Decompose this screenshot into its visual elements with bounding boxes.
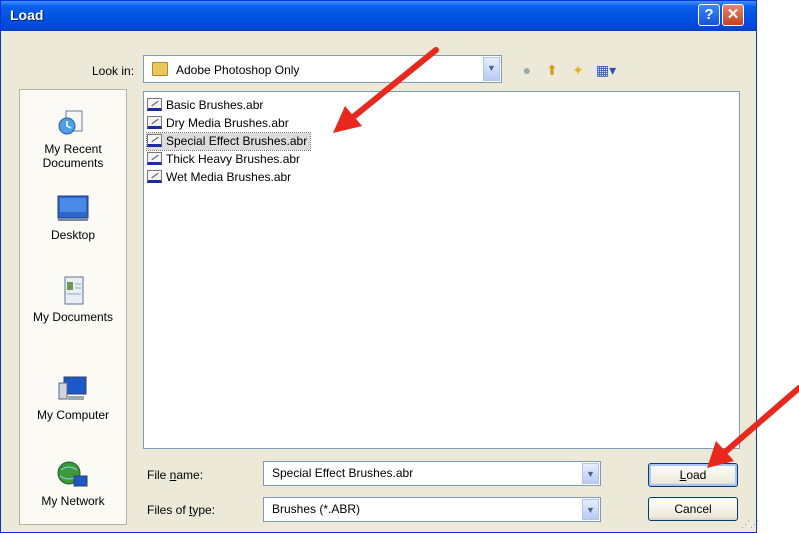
load-dialog: Load ? ✕ Look in: Adobe Photoshop Only ▼… <box>0 0 759 533</box>
look-in-value: Adobe Photoshop Only <box>176 63 300 77</box>
file-list[interactable]: Basic Brushes.abr Dry Media Brushes.abr … <box>143 91 740 449</box>
place-recent-documents[interactable]: My Recent Documents <box>20 108 126 170</box>
brush-file-icon <box>147 116 162 129</box>
file-name: Wet Media Brushes.abr <box>166 170 292 184</box>
desktop-icon <box>57 195 89 221</box>
load-button[interactable]: Load <box>648 463 738 487</box>
new-folder-icon[interactable]: ✦ <box>569 61 587 79</box>
file-item[interactable]: Dry Media Brushes.abr <box>147 115 289 132</box>
brush-file-icon <box>147 170 162 183</box>
folder-icon <box>152 62 168 76</box>
recent-documents-icon <box>58 110 83 135</box>
look-in-dropdown[interactable]: Adobe Photoshop Only ▼ <box>143 55 502 83</box>
brush-file-icon <box>147 134 162 147</box>
file-item-selected[interactable]: Special Effect Brushes.abr <box>145 132 312 151</box>
brush-file-icon <box>147 152 162 165</box>
file-name: Thick Heavy Brushes.abr <box>166 152 301 166</box>
resize-grip-icon[interactable]: ⋰⋰ <box>741 519 759 531</box>
place-label: My Documents <box>32 310 114 324</box>
place-my-documents[interactable]: My Documents <box>20 276 126 324</box>
my-documents-icon <box>64 276 84 305</box>
up-folder-icon[interactable]: ⬆ <box>543 61 561 79</box>
file-item[interactable]: Thick Heavy Brushes.abr <box>147 151 300 168</box>
place-label: Desktop <box>50 228 96 242</box>
file-name-label: File name: <box>147 468 204 482</box>
cancel-button[interactable]: Cancel <box>648 497 738 521</box>
help-button[interactable]: ? <box>698 4 720 26</box>
file-type-value: Brushes (*.ABR) <box>272 502 361 516</box>
place-my-network[interactable]: My Network <box>20 460 126 508</box>
file-item[interactable]: Wet Media Brushes.abr <box>147 169 291 186</box>
look-in-label: Look in: <box>92 64 135 78</box>
file-name: Dry Media Brushes.abr <box>166 116 289 130</box>
file-name: Special Effect Brushes.abr <box>166 134 308 148</box>
close-button[interactable]: ✕ <box>722 4 744 26</box>
my-network-icon <box>57 461 88 487</box>
place-desktop[interactable]: Desktop <box>20 194 126 242</box>
title-bar[interactable]: Load ? ✕ <box>1 1 756 31</box>
back-icon[interactable]: ● <box>518 61 536 79</box>
file-name-value: Special Effect Brushes.abr <box>272 466 414 480</box>
chevron-down-icon[interactable]: ▼ <box>483 57 500 81</box>
view-menu-icon[interactable]: ▦▾ <box>593 61 619 79</box>
file-name-field[interactable]: Special Effect Brushes.abr ▼ <box>263 461 601 486</box>
chevron-down-icon[interactable]: ▼ <box>582 463 599 484</box>
dialog-title: Load <box>10 7 44 23</box>
place-label: My Recent Documents <box>42 142 104 170</box>
file-item[interactable]: Basic Brushes.abr <box>147 97 263 114</box>
places-bar: My Recent Documents Desktop My Documents <box>19 89 127 525</box>
place-label: My Network <box>41 494 105 508</box>
file-name: Basic Brushes.abr <box>166 98 264 112</box>
place-my-computer[interactable]: My Computer <box>20 374 126 422</box>
place-label: My Computer <box>36 408 110 422</box>
my-computer-icon <box>58 376 87 400</box>
file-type-dropdown[interactable]: Brushes (*.ABR) ▼ <box>263 497 601 522</box>
chevron-down-icon[interactable]: ▼ <box>582 499 599 520</box>
brush-file-icon <box>147 98 162 111</box>
file-type-label: Files of type: <box>147 503 216 517</box>
